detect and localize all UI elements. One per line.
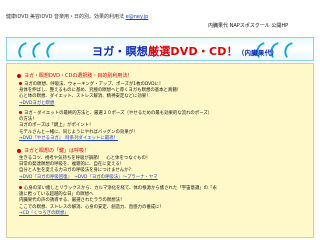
section-paragraph: 心身の深い癒しとリラックスから、カルマ浄化を経て、体の根源から癒された「宇宙意識… [19, 186, 217, 217]
page-subtitle: （内臓果代） [237, 49, 278, 57]
wave-icon [43, 42, 59, 58]
bullet-icon [19, 186, 22, 189]
section-paragraph: ヨガ・ダイエットの最終的方法と、厳選２０ポーズ（やせるための最も効果的な流れのポ… [19, 111, 212, 142]
bullet-icon [17, 73, 21, 78]
wave-icon [15, 42, 31, 58]
nav-link-public[interactable]: 公開HP [271, 23, 288, 29]
section-paragraph: ヨガの瞑想、呼吸法、ウォーキング・アップ、ポーズが1枚のDVDに！ 身体を伸ばし… [19, 82, 181, 107]
content-panel: ヨガ・瞑想DVD・CDの選択肢・目的別利用法！ ヨガの瞑想、呼吸法、ウォーキング… [6, 63, 314, 238]
dvd-link-breathing[interactable]: →DVD『ヨガの呼吸回復』 →DVD『ヨガの呼吸法』～プラーナ・ヤマ [19, 175, 158, 181]
site-description-text: 健康iDVD 美容iDVD 音楽用・日的別。効果的利用法 [6, 14, 126, 20]
paragraph-line: ヨガの瞑想、呼吸法、ウォーキング・アップ、ポーズが1枚のDVDに！ [24, 82, 164, 87]
bullet-icon [17, 148, 21, 153]
nav-link-school[interactable]: NAPスポスクール [230, 23, 270, 29]
section-heading: ヨガ・瞑想DVD・CDの選択肢・目的別利用法！ [17, 72, 132, 79]
dvd-link-diet-yoga[interactable]: →DVD『やせるヨガ』 時系列ダイエットに最適！ [19, 136, 212, 142]
section-heading: ヨガと瞑想の「鍵」は呼吸！ [17, 147, 89, 154]
wave-icon [281, 42, 297, 58]
page-title: ヨガ・瞑想厳選DVD・CD！（内臓果代） [92, 43, 278, 59]
wave-icon [29, 42, 45, 58]
page-title-prefix: ヨガ・瞑想 [92, 45, 148, 58]
cd-link-relaxation[interactable]: →CD『くつろぎの瞑想』 [19, 211, 217, 217]
site-description: 健康iDVD 美容iDVD 音楽用・日的別。効果的利用法 e@ney.jp [6, 14, 148, 20]
title-banner: ヨガ・瞑想厳選DVD・CD！（内臓果代） [6, 37, 314, 61]
paragraph-line: 心身の深い癒しとリラックスから、カルマ浄化を経て、体の根源から癒された「宇宙意識… [24, 186, 217, 191]
dvd-link-yoga-meditation[interactable]: →DVDヨガと瞑想 [19, 101, 181, 107]
top-navigation: 内臓果代 NAPスポスクール 公開HP [208, 23, 288, 29]
top-bar: 健康iDVD 美容iDVD 音楽用・日的別。効果的利用法 e@ney.jp 内臓… [0, 0, 320, 36]
section-heading-text: ヨガ・瞑想DVD・CDの選択肢・目的別利用法！ [24, 73, 133, 79]
paragraph-line: ヨガ・ダイエットの最終的方法と、厳選２０ポーズ（やせるための最も効果的な流れのポ… [24, 111, 213, 116]
page-title-highlight: 厳選DVD・CD！ [148, 45, 238, 58]
nav-link-author[interactable]: 内臓果代 [208, 23, 228, 29]
bullet-icon [19, 111, 22, 114]
bullet-icon [19, 82, 22, 85]
section-heading-text: ヨガと瞑想の「鍵」は呼吸！ [24, 148, 90, 154]
section-paragraph: 生きるコツ、視考や気持ちを呼吸が調節！ 心と体をつなぐもの！ 日常の発達瞑想の呼… [19, 156, 158, 181]
email-link[interactable]: e@ney.jp [126, 14, 149, 20]
